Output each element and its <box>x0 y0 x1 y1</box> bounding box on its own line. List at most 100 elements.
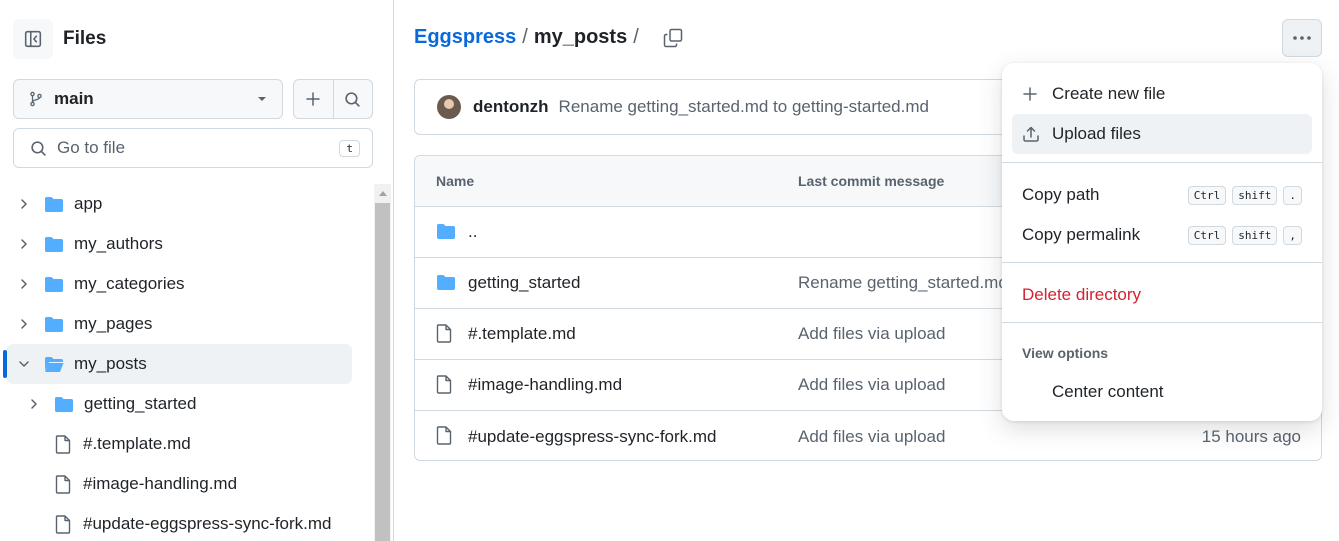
sidebar-header: Files <box>13 19 106 59</box>
chevron-right-icon[interactable] <box>16 198 32 210</box>
menu-item-upload-files[interactable]: Upload files <box>1012 114 1312 154</box>
row-name-link[interactable]: #image-handling.md <box>468 375 622 395</box>
tree-item-label: #image-handling.md <box>83 474 238 493</box>
sidebar-collapse-icon <box>24 30 42 48</box>
menu-item-center-content[interactable]: Center content <box>1012 372 1312 412</box>
menu-divider <box>1002 322 1322 323</box>
tree-item-label: my_posts <box>74 354 147 373</box>
row-commit-age: 15 hours ago <box>1201 426 1301 446</box>
file-icon <box>436 375 452 394</box>
add-file-button[interactable] <box>294 80 334 118</box>
search-icon <box>31 140 46 156</box>
shortcut-key: Ctrl <box>1187 225 1227 245</box>
sidebar-title: Files <box>63 28 107 49</box>
caret-down-icon <box>258 97 266 101</box>
folder-icon <box>45 236 63 252</box>
file-icon <box>55 474 71 494</box>
menu-item-label: Copy path <box>1022 185 1100 204</box>
commit-message-link[interactable]: Rename getting_started.md to getting-sta… <box>559 97 929 117</box>
menu-item-delete-directory[interactable]: Delete directory <box>1012 275 1312 315</box>
folder-icon <box>437 224 455 239</box>
breadcrumb-separator: / <box>633 26 639 48</box>
folder-icon <box>45 196 63 212</box>
row-name-link[interactable]: #update-eggspress-sync-fork.md <box>468 427 717 447</box>
folder-icon <box>55 396 73 412</box>
copy-icon <box>663 28 683 47</box>
tree-item-label: my_authors <box>74 234 163 253</box>
tree-item-label: #.template.md <box>83 434 191 453</box>
row-name-link[interactable]: getting_started <box>468 273 580 293</box>
breadcrumb-repo-link[interactable]: Eggspress <box>414 26 516 49</box>
column-header-message: Last commit message <box>798 173 945 189</box>
menu-item-copy-path[interactable]: Copy path Ctrl shift . <box>1012 175 1312 215</box>
folder-icon <box>45 316 63 332</box>
row-commit-message[interactable]: Add files via upload <box>798 427 945 447</box>
file-icon <box>436 324 452 343</box>
row-commit-message[interactable]: Rename getting_started.md <box>798 273 1008 293</box>
git-branch-icon <box>30 91 42 107</box>
menu-item-label: Delete directory <box>1022 285 1142 304</box>
avatar[interactable] <box>437 95 461 119</box>
menu-item-copy-permalink[interactable]: Copy permalink Ctrl shift , <box>1012 215 1312 255</box>
column-header-name: Name <box>436 173 475 189</box>
tree-item-label: #update-eggspress-sync-fork.md <box>83 514 332 533</box>
menu-divider <box>1002 162 1322 163</box>
chevron-right-icon[interactable] <box>16 318 32 330</box>
collapse-sidebar-button[interactable] <box>13 19 53 59</box>
commit-author-link[interactable]: dentonzh <box>473 97 549 117</box>
tree-item-label: my_pages <box>74 314 153 333</box>
shortcut-key: shift <box>1232 185 1278 205</box>
shortcut-key-badge: t <box>339 139 360 157</box>
keyboard-shortcut: Ctrl shift , <box>1187 225 1302 245</box>
tree-item-my-categories[interactable]: my_categories <box>0 264 372 304</box>
keyboard-shortcut: Ctrl shift . <box>1187 185 1302 205</box>
row-commit-message[interactable]: Add files via upload <box>798 375 945 395</box>
chevron-right-icon[interactable] <box>26 398 42 410</box>
chevron-right-icon[interactable] <box>16 238 32 250</box>
menu-item-label: Create new file <box>1052 84 1166 103</box>
search-files-button[interactable] <box>334 80 373 118</box>
tree-item-my-authors[interactable]: my_authors <box>0 224 372 264</box>
scroll-up-arrow-icon[interactable] <box>374 184 391 201</box>
chevron-down-icon[interactable] <box>16 358 32 370</box>
branch-selector-button[interactable]: main <box>13 79 283 119</box>
breadcrumb-current: my_posts <box>533 26 628 48</box>
file-icon <box>55 514 71 534</box>
scrollbar-thumb[interactable] <box>375 203 390 541</box>
menu-item-label: Upload files <box>1052 124 1141 143</box>
go-to-file-placeholder: Go to file <box>57 138 126 157</box>
shortcut-key: Ctrl <box>1187 185 1227 205</box>
menu-divider <box>1002 262 1322 263</box>
breadcrumb: Eggspress / my_posts / <box>414 26 683 49</box>
go-to-file-input[interactable]: Go to file t <box>13 128 373 168</box>
row-name-link[interactable]: #.template.md <box>468 324 576 344</box>
shortcut-key: , <box>1283 225 1302 245</box>
breadcrumb-separator: / <box>522 26 528 48</box>
file-icon <box>55 434 71 454</box>
menu-item-label: Copy permalink <box>1022 225 1141 244</box>
tree-item-template-md[interactable]: #.template.md <box>0 424 372 464</box>
folder-icon <box>45 276 63 292</box>
file-tree-sidebar: Files main Go to file t app my_authors m… <box>0 0 394 541</box>
more-options-button[interactable] <box>1282 19 1322 57</box>
row-name-link[interactable]: .. <box>468 222 477 242</box>
tree-item-my-posts[interactable]: my_posts <box>3 344 352 384</box>
file-tree: app my_authors my_categories my_pages my… <box>0 184 372 541</box>
copy-path-button[interactable] <box>663 28 683 48</box>
folder-open-icon <box>45 356 64 372</box>
tree-item-my-pages[interactable]: my_pages <box>0 304 372 344</box>
tree-item-label: getting_started <box>84 394 197 413</box>
row-commit-message[interactable]: Add files via upload <box>798 324 945 344</box>
kebab-horizontal-icon <box>1293 36 1311 40</box>
more-options-menu: Create new file Upload files Copy path C… <box>1002 63 1322 421</box>
tree-item-image-handling-md[interactable]: #image-handling.md <box>0 464 372 504</box>
chevron-right-icon[interactable] <box>16 278 32 290</box>
tree-item-app[interactable]: app <box>0 184 372 224</box>
menu-item-create-new-file[interactable]: Create new file <box>1012 74 1312 114</box>
folder-icon <box>437 275 455 290</box>
sidebar-scrollbar[interactable] <box>374 184 391 541</box>
plus-icon <box>306 92 320 106</box>
shortcut-key: . <box>1283 185 1302 205</box>
tree-item-update-eggspress-md[interactable]: #update-eggspress-sync-fork.md <box>0 504 372 541</box>
tree-item-getting-started[interactable]: getting_started <box>0 384 372 424</box>
